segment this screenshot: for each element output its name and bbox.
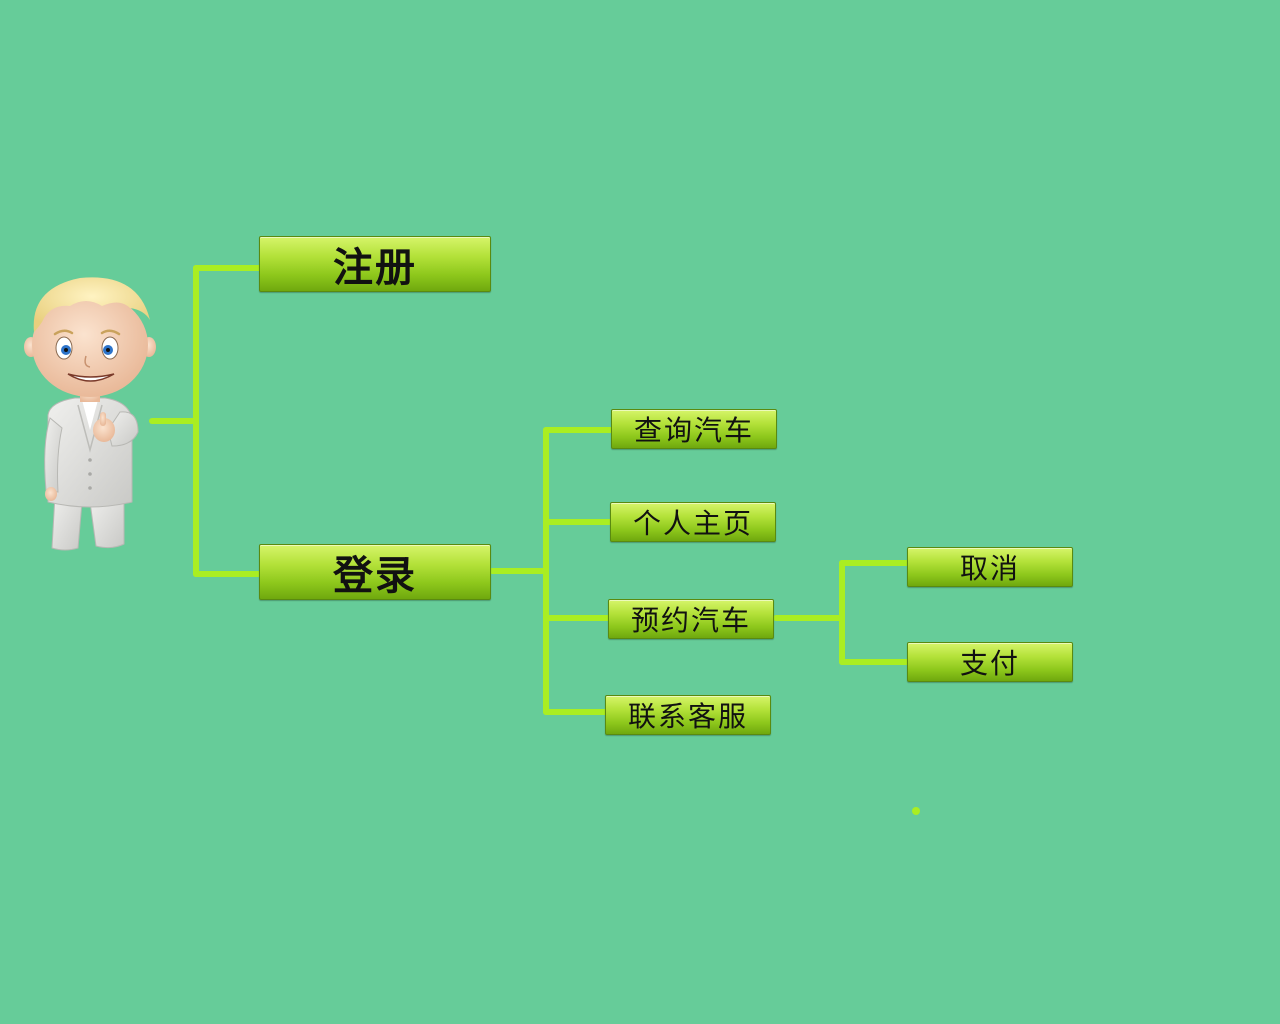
cartoon-businessman-thumbs-up-icon xyxy=(24,277,156,551)
node-login[interactable]: 登录 xyxy=(259,544,491,600)
node-pay[interactable]: 支付 xyxy=(907,642,1073,682)
node-personal-homepage[interactable]: 个人主页 xyxy=(610,502,776,542)
stray-dot xyxy=(912,807,920,815)
node-cancel[interactable]: 取消 xyxy=(907,547,1073,587)
node-contact-service[interactable]: 联系客服 xyxy=(605,695,771,735)
node-search-car[interactable]: 查询汽车 xyxy=(611,409,777,449)
node-register[interactable]: 注册 xyxy=(259,236,491,292)
mindmap-canvas: 注册 登录 查询汽车 个人主页 预约汽车 联系客服 取消 支付 xyxy=(0,0,1280,1024)
node-reserve-car[interactable]: 预约汽车 xyxy=(608,599,774,639)
